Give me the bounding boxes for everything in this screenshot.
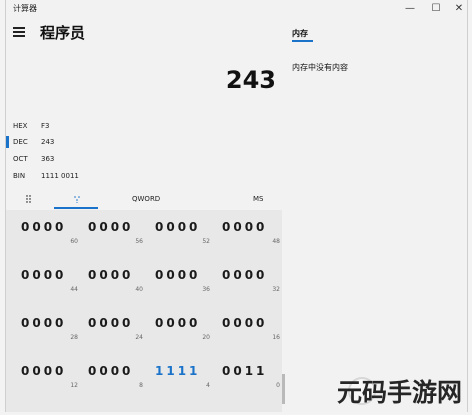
bit-group[interactable]: 0011 0	[222, 364, 288, 389]
bit-group[interactable]: 0000 24	[88, 316, 154, 341]
bit-position: 20	[202, 334, 210, 341]
bit-position: 8	[139, 382, 143, 389]
bit-values: 0000	[222, 268, 268, 282]
bit-position: 16	[272, 334, 280, 341]
bit-values: 0000	[88, 220, 134, 234]
memory-tab[interactable]: 内存	[292, 28, 308, 39]
bit-group[interactable]: 1111 4	[155, 364, 221, 389]
bit-group[interactable]: 0000 32	[222, 268, 288, 293]
radix-label: DEC	[13, 138, 28, 146]
bit-values: 0000	[88, 364, 134, 378]
bit-position: 24	[135, 334, 143, 341]
bit-group[interactable]: 0000 16	[222, 316, 288, 341]
close-button[interactable]: ✕	[446, 1, 467, 17]
bit-group[interactable]: 0000 44	[21, 268, 87, 293]
bit-values: 0000	[21, 268, 67, 282]
bit-position: 56	[135, 238, 143, 245]
bit-values: 0000	[88, 268, 134, 282]
radix-label: HEX	[13, 122, 28, 130]
minimize-button[interactable]: —	[397, 1, 423, 17]
display-value: 243	[225, 66, 276, 94]
radix-hex-row[interactable]: HEX F3	[13, 122, 49, 130]
bit-group[interactable]: 0000 56	[88, 220, 154, 245]
radix-oct-row[interactable]: OCT 363	[13, 155, 54, 163]
bit-values: 0000	[222, 220, 268, 234]
radix-label: BIN	[13, 172, 26, 180]
app-title: 计算器	[13, 4, 37, 13]
memory-tab-underline	[292, 40, 313, 42]
bit-group[interactable]: 0000 8	[88, 364, 154, 389]
bit-group[interactable]: 0000 28	[21, 316, 87, 341]
bit-position: 4	[206, 382, 210, 389]
bit-values: 0000	[155, 268, 201, 282]
bit-values: 0011	[222, 364, 268, 378]
menu-icon[interactable]	[13, 27, 25, 37]
radix-value: F3	[41, 122, 50, 130]
radix-value: 363	[41, 155, 55, 163]
bit-group[interactable]: 0000 20	[155, 316, 221, 341]
title-bar: 计算器 — ☐ ✕	[6, 0, 467, 18]
keypad-icon[interactable]	[26, 195, 34, 205]
radix-dec-row[interactable]: DEC 243	[13, 138, 54, 146]
bit-values: 0000	[21, 364, 67, 378]
bit-position: 28	[70, 334, 78, 341]
bit-position: 32	[272, 286, 280, 293]
radix-label: OCT	[13, 155, 28, 163]
bit-position: 12	[70, 382, 78, 389]
bit-toggle-icon[interactable]	[73, 195, 81, 205]
bit-toggle-grid: 0000 60 0000 56 0000 52 0000 48 0000 44 0000 4…	[6, 210, 282, 412]
calculator-window: 计算器 — ☐ ✕ 程序员 243 HEX F3 DEC 243 OCT 363 BI…	[5, 0, 468, 412]
memory-empty-message: 内存中没有内容	[292, 63, 348, 72]
bit-position: 44	[70, 286, 78, 293]
bit-group[interactable]: 0000 52	[155, 220, 221, 245]
bit-group[interactable]: 0000 40	[88, 268, 154, 293]
bit-values: 0000	[21, 220, 67, 234]
bit-position: 0	[276, 382, 280, 389]
bit-values: 0000	[88, 316, 134, 330]
bit-position: 52	[202, 238, 210, 245]
bit-position: 40	[135, 286, 143, 293]
bit-position: 60	[70, 238, 78, 245]
bit-group[interactable]: 0000 12	[21, 364, 87, 389]
bit-values: 0000	[222, 316, 268, 330]
bit-group[interactable]: 0000 48	[222, 220, 288, 245]
bit-position: 48	[272, 238, 280, 245]
memory-store-button[interactable]: MS	[253, 195, 263, 203]
bit-values: 0000	[155, 316, 201, 330]
radix-bin-row[interactable]: BIN 1111 0011	[13, 172, 79, 180]
mode-title: 程序员	[40, 24, 86, 42]
active-tab-underline	[54, 207, 98, 209]
bit-values-set: 1111	[155, 364, 201, 378]
watermark-text: 元码手游网	[336, 378, 462, 407]
radix-value: 1111 0011	[41, 172, 79, 180]
programmer-toolbar: QWORD MS	[6, 190, 282, 210]
selected-radix-indicator	[6, 136, 9, 148]
bit-group[interactable]: 0000 60	[21, 220, 87, 245]
bit-position: 36	[202, 286, 210, 293]
radix-value: 243	[41, 138, 55, 146]
scrollbar-thumb[interactable]	[282, 374, 285, 404]
word-size-button[interactable]: QWORD	[132, 195, 160, 203]
bit-values: 0000	[155, 220, 201, 234]
bit-values: 0000	[21, 316, 67, 330]
bit-group[interactable]: 0000 36	[155, 268, 221, 293]
